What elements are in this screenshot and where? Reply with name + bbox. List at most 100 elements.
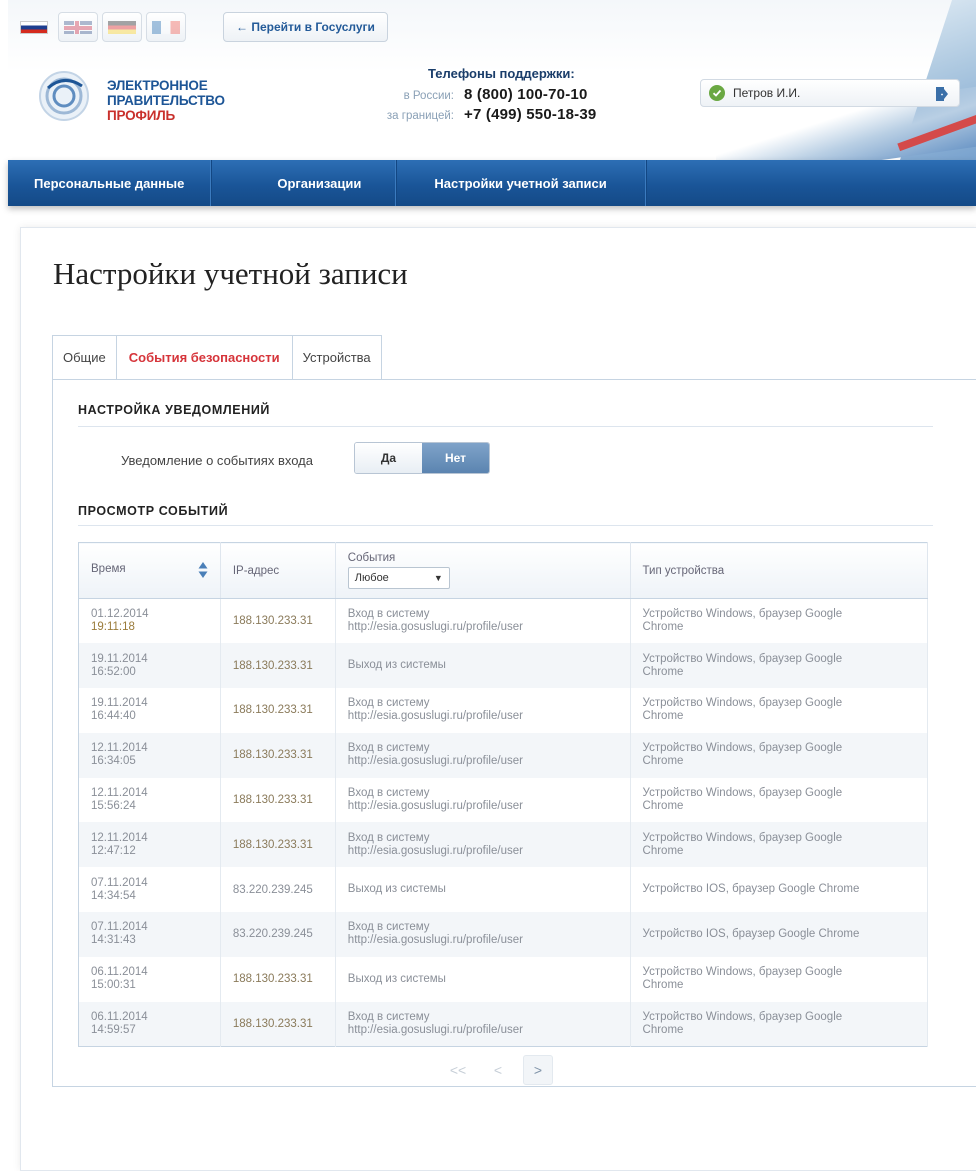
events-table: Время IP-адрес События Любое ▼ Тип устро… — [78, 542, 929, 1047]
logo-emblem-icon[interactable] — [38, 70, 90, 122]
gosuslugi-link[interactable]: ← Перейти в Госуслуги — [223, 12, 388, 42]
cell-ip: 83.220.239.245 — [220, 912, 336, 957]
flag-gb-icon — [64, 20, 92, 34]
logo-text[interactable]: ЭЛЕКТРОННОЕ ПРАВИТЕЛЬСТВО ПРОФИЛЬ — [107, 78, 225, 123]
event-date: 12.11.2014 — [91, 787, 148, 800]
event-date: 12.11.2014 — [91, 742, 148, 755]
cell-event: Вход в систему http://esia.gosuslugi.ru/p… — [335, 732, 631, 778]
user-menu[interactable]: Петров И.И. — [700, 79, 960, 107]
event-url: http://esia.gosuslugi.ru/profile/user — [347, 755, 523, 768]
cell-event: Вход в систему http://esia.gosuslugi.ru/p… — [335, 777, 631, 823]
cell-ip: 83.220.239.245 — [220, 867, 336, 913]
content-card: Настройки учетной записи Общие События б… — [20, 227, 976, 1171]
cell-event: Выход из системы — [335, 956, 631, 1002]
tab-devices[interactable]: Устройства — [291, 335, 382, 380]
event-time: 15:00:31 — [91, 979, 136, 992]
nav-item-personal-data[interactable]: Персональные данные — [8, 160, 212, 206]
lang-fr-button[interactable] — [146, 12, 186, 42]
device-line-1: Устройство Windows, браузер Google — [642, 787, 843, 800]
event-date: 19.11.2014 — [91, 697, 148, 710]
support-phones: Телефоны поддержки: в России: 8 (800) 10… — [368, 66, 596, 126]
pagination: << < > — [443, 1055, 553, 1085]
cell-ip: 188.130.233.31 — [220, 732, 336, 778]
prev-page-button[interactable]: < — [483, 1055, 513, 1085]
device-line-2: Chrome — [642, 665, 684, 678]
event-name: Вход в систему — [347, 697, 430, 710]
event-name: Вход в систему — [347, 831, 430, 844]
toggle-yes-button[interactable]: Да — [355, 443, 422, 473]
divider — [78, 525, 933, 526]
cell-event: Вход в систему http://esia.gosuslugi.ru/p… — [335, 688, 631, 733]
logout-icon[interactable] — [935, 86, 949, 102]
column-header-time[interactable]: Время — [78, 542, 221, 599]
cell-event: Вход в систему http://esia.gosuslugi.ru/p… — [335, 822, 631, 868]
event-name: Выход из системы — [347, 659, 446, 672]
device-line-1: Устройство IOS, браузер Google Chrome — [642, 927, 860, 940]
event-ip: 188.130.233.31 — [232, 794, 313, 807]
column-label-time: Время — [91, 562, 126, 575]
event-ip: 188.130.233.31 — [232, 838, 313, 851]
event-date: 19.11.2014 — [91, 652, 148, 665]
support-russia-phone: 8 (800) 100-70-10 — [464, 86, 588, 103]
logo-line-3: ПРОФИЛЬ — [107, 108, 176, 123]
tab-security-events[interactable]: События безопасности — [115, 335, 292, 380]
cell-ip: 188.130.233.31 — [220, 598, 336, 644]
cell-time: 19.11.2014 16:52:00 — [78, 643, 221, 689]
event-url: http://esia.gosuslugi.ru/profile/user — [347, 1023, 523, 1036]
cell-device: Устройство Windows, браузер Google Chrome — [630, 822, 929, 868]
event-filter-select[interactable]: Любое ▼ — [347, 567, 450, 589]
cell-time: 12.11.2014 15:56:24 — [78, 777, 221, 823]
column-header-device: Тип устройства — [630, 542, 929, 599]
event-time: 12:47:12 — [91, 844, 136, 857]
device-line-1: Устройство Windows, браузер Google — [642, 608, 843, 621]
table-header-row: Время IP-адрес События Любое ▼ Тип устро… — [78, 542, 929, 599]
cell-event: Вход в систему http://esia.gosuslugi.ru/p… — [335, 1001, 631, 1047]
toggle-no-button[interactable]: Нет — [422, 443, 489, 473]
device-line-2: Chrome — [642, 755, 684, 768]
event-ip: 188.130.233.31 — [232, 615, 313, 628]
table-row: 01.12.2014 19:11:18 188.130.233.31 Вход в с… — [78, 598, 929, 644]
lang-en-button[interactable] — [58, 12, 98, 42]
support-russia-label: в России: — [403, 90, 454, 102]
nav-item-organizations[interactable]: Организации — [211, 160, 397, 206]
cell-time: 06.11.2014 14:59:57 — [78, 1001, 221, 1047]
nav-item-account-settings[interactable]: Настройки учетной записи — [396, 160, 646, 206]
event-ip: 83.220.239.245 — [232, 883, 313, 896]
tab-panel: НАСТРОЙКА УВЕДОМЛЕНИЙ Уведомление о собы… — [52, 379, 976, 1087]
table-row: 12.11.2014 15:56:24 188.130.233.31 Вход в с… — [78, 777, 929, 823]
column-header-ip: IP-адрес — [220, 542, 336, 599]
table-row: 06.11.2014 14:59:57 188.130.233.31 Вход в с… — [78, 1001, 929, 1047]
cell-device: Устройство Windows, браузер Google Chrome — [630, 643, 929, 689]
lang-de-button[interactable] — [102, 12, 142, 42]
event-time: 16:44:40 — [91, 710, 136, 723]
cell-device: Устройство Windows, браузер Google Chrome — [630, 777, 929, 823]
device-line-1: Устройство Windows, браузер Google — [642, 1010, 843, 1023]
first-page-button[interactable]: << — [443, 1055, 473, 1085]
sort-icon[interactable] — [198, 561, 208, 579]
event-time: 19:11:18 — [91, 621, 135, 634]
flag-fr-icon — [152, 20, 180, 34]
device-line-1: Устройство Windows, браузер Google — [642, 697, 843, 710]
events-section-title: ПРОСМОТР СОБЫТИЙ — [78, 504, 229, 518]
site-header: ← Перейти в Госуслуги ЭЛЕКТРОННОЕ ПРАВИТ… — [8, 0, 976, 160]
cell-time: 01.12.2014 19:11:18 — [78, 598, 221, 644]
device-line-1: Устройство Windows, браузер Google — [642, 652, 843, 665]
next-page-button[interactable]: > — [523, 1055, 553, 1085]
event-ip: 188.130.233.31 — [232, 1017, 313, 1030]
event-url: http://esia.gosuslugi.ru/profile/user — [347, 621, 523, 634]
cell-event: Выход из системы — [335, 643, 631, 689]
device-line-2: Chrome — [642, 1023, 684, 1036]
event-url: http://esia.gosuslugi.ru/profile/user — [347, 710, 523, 723]
event-time: 15:56:24 — [91, 800, 136, 813]
event-name: Вход в систему — [347, 742, 430, 755]
cell-device: Устройство Windows, браузер Google Chrome — [630, 688, 929, 733]
page-title: Настройки учетной записи — [53, 256, 408, 291]
cell-device: Устройство Windows, браузер Google Chrome — [630, 1001, 929, 1047]
tab-general[interactable]: Общие — [52, 335, 116, 380]
cell-time: 12.11.2014 12:47:12 — [78, 822, 221, 868]
lang-ru-button[interactable] — [14, 12, 54, 42]
cell-device: Устройство Windows, браузер Google Chrome — [630, 956, 929, 1002]
events-table-body: 01.12.2014 19:11:18 188.130.233.31 Вход в с… — [78, 598, 929, 1047]
event-ip: 188.130.233.31 — [232, 704, 313, 717]
cell-ip: 188.130.233.31 — [220, 956, 336, 1002]
